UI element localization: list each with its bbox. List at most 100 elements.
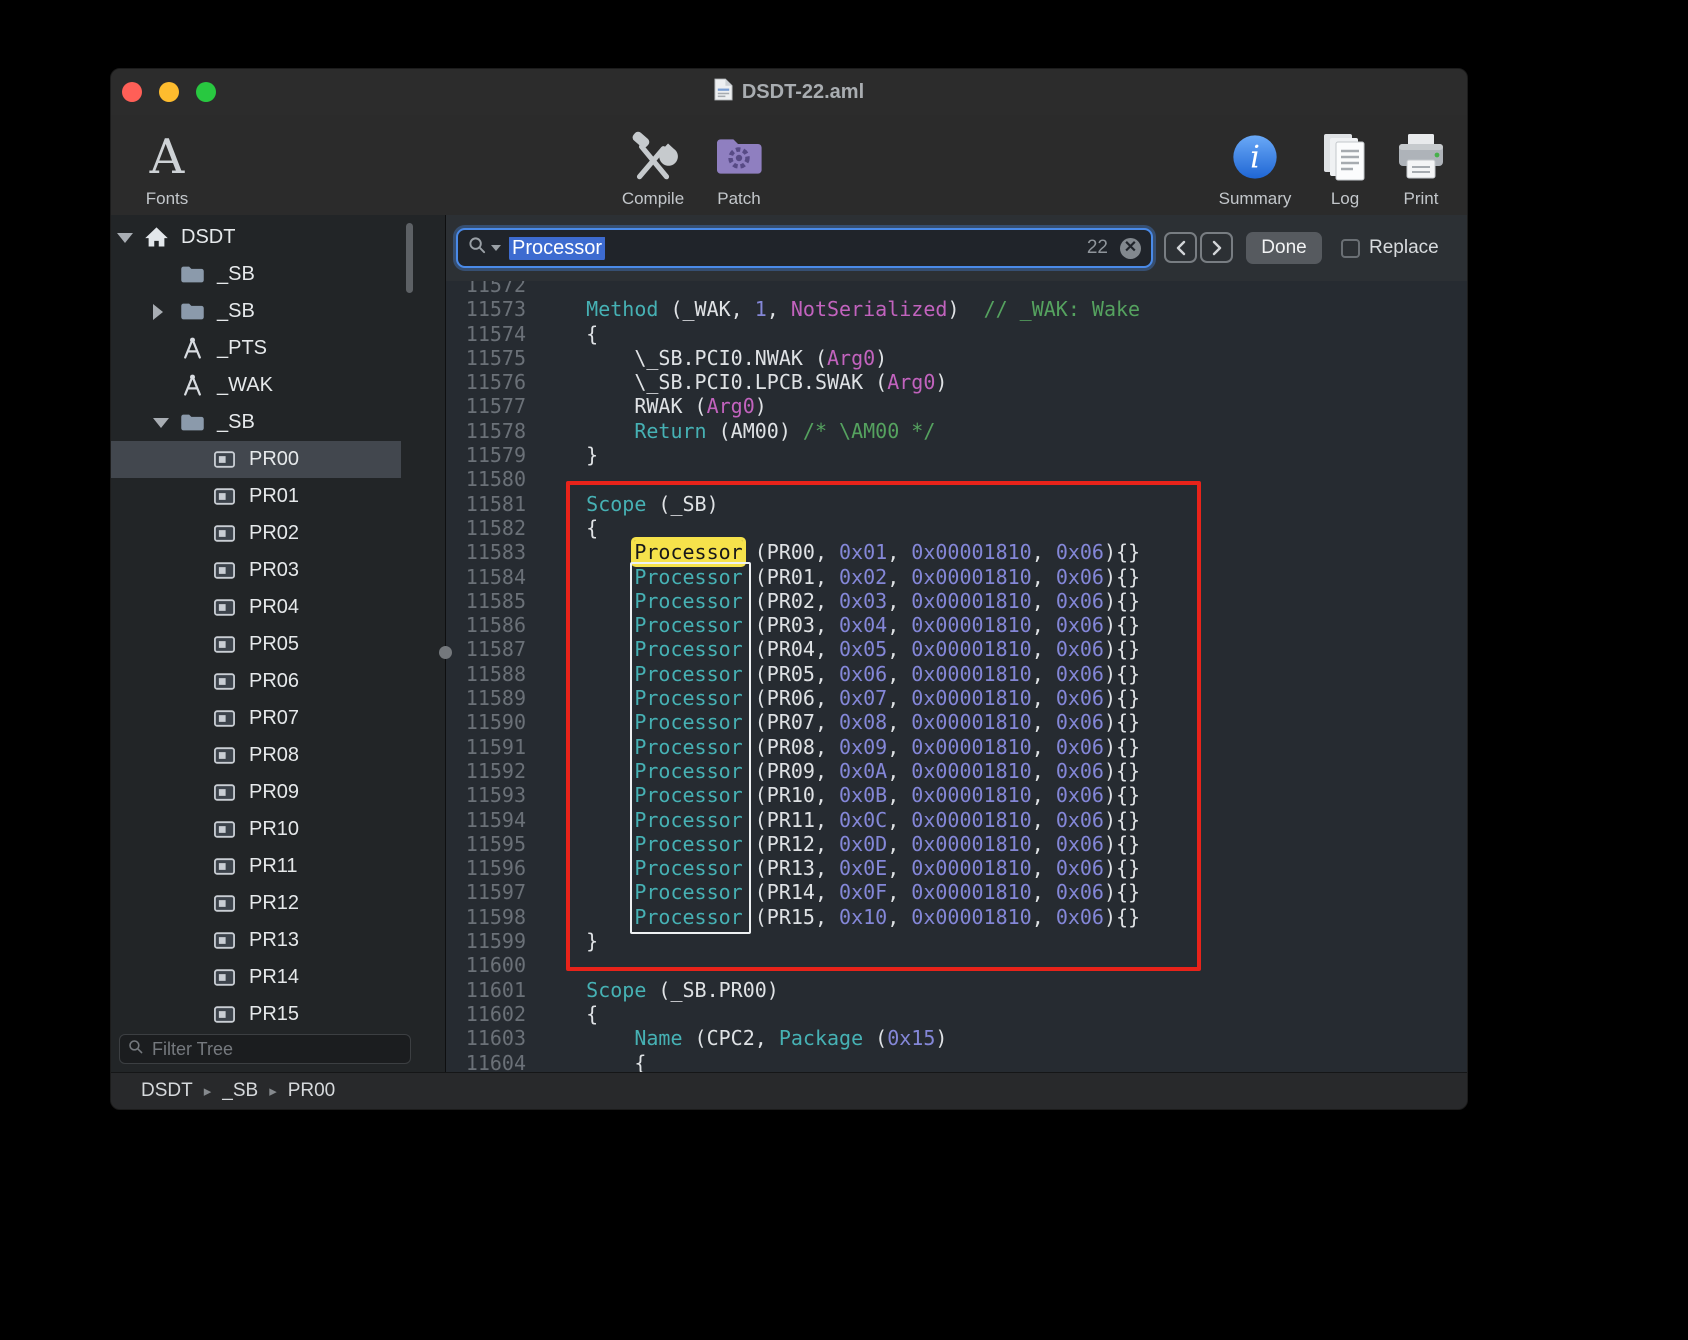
code-line[interactable]: 11598 Processor (PR15, 0x10, 0x00001810,… (446, 905, 1467, 929)
tree-item-sb[interactable]: _SB (111, 256, 401, 293)
code-line[interactable]: 11581 Scope (_SB) (446, 492, 1467, 516)
breadcrumb-item-sb[interactable]: _SB (222, 1080, 258, 1102)
code-text: Processor (PR02, 0x03, 0x00001810, 0x06)… (538, 589, 1140, 613)
find-query-text[interactable]: Processor (509, 237, 605, 260)
code-line[interactable]: 11589 Processor (PR06, 0x07, 0x00001810,… (446, 686, 1467, 710)
tree-item-label: PR09 (249, 781, 299, 804)
code-line[interactable]: 11604 { (446, 1051, 1467, 1074)
code-line[interactable]: 11594 Processor (PR11, 0x0C, 0x00001810,… (446, 808, 1467, 832)
code-line[interactable]: 11584 Processor (PR01, 0x02, 0x00001810,… (446, 565, 1467, 589)
code-text: } (538, 443, 598, 467)
tree-item-label: _WAK (217, 374, 273, 397)
tree-item-pr04[interactable]: PR04 (111, 589, 401, 626)
code-line[interactable]: 11580 (446, 467, 1467, 491)
code-line[interactable]: 11572 (446, 281, 1467, 297)
tree-item-wak[interactable]: _WAK (111, 367, 401, 404)
processor-icon (211, 631, 238, 658)
code-line[interactable]: 11599 } (446, 929, 1467, 953)
code-line[interactable]: 11601 Scope (_SB.PR00) (446, 978, 1467, 1002)
disclosure-triangle-icon[interactable] (153, 418, 179, 428)
pane-divider-handle[interactable] (439, 646, 452, 659)
previous-match-button[interactable] (1164, 232, 1197, 263)
tree-item-sb[interactable]: _SB (111, 404, 401, 441)
path-bar: DSDT▸_SB▸PR00 (111, 1072, 1467, 1109)
breadcrumb-item-pr00[interactable]: PR00 (288, 1080, 336, 1102)
code-line[interactable]: 11600 (446, 953, 1467, 977)
code-line[interactable]: 11603 Name (CPC2, Package (0x15) (446, 1026, 1467, 1050)
next-match-button[interactable] (1200, 232, 1233, 263)
tree-item-pr14[interactable]: PR14 (111, 959, 401, 996)
code-line[interactable]: 11586 Processor (PR03, 0x04, 0x00001810,… (446, 613, 1467, 637)
disclosure-triangle-icon[interactable] (153, 304, 179, 320)
code-editor[interactable]: 1157211573 Method (_WAK, 1, NotSerialize… (446, 281, 1467, 1073)
line-number: 11591 (446, 735, 526, 759)
summary-button[interactable]: i Summary (1216, 117, 1294, 209)
code-line[interactable]: 11578 Return (AM00) /* \AM00 */ (446, 419, 1467, 443)
app-window: DSDT-22.aml A Fonts Compile (110, 68, 1468, 1110)
patch-label: Patch (717, 189, 760, 209)
code-line[interactable]: 11583 Processor (PR00, 0x01, 0x00001810,… (446, 540, 1467, 564)
code-line[interactable]: 11573 Method (_WAK, 1, NotSerialized) //… (446, 297, 1467, 321)
disclosure-triangle-icon[interactable] (117, 233, 143, 243)
tree-item-pr05[interactable]: PR05 (111, 626, 401, 663)
tree-item-pr06[interactable]: PR06 (111, 663, 401, 700)
code-line[interactable]: 11574 { (446, 322, 1467, 346)
line-number: 11600 (446, 953, 526, 977)
tree-item-dsdt[interactable]: DSDT (111, 219, 401, 256)
tree-item-pr03[interactable]: PR03 (111, 552, 401, 589)
code-line[interactable]: 11591 Processor (PR08, 0x09, 0x00001810,… (446, 735, 1467, 759)
print-button[interactable]: Print (1383, 117, 1459, 209)
code-line[interactable]: 11575 \_SB.PCI0.NWAK (Arg0) (446, 346, 1467, 370)
line-number: 11580 (446, 467, 526, 491)
code-line[interactable]: 11585 Processor (PR02, 0x03, 0x00001810,… (446, 589, 1467, 613)
code-line[interactable]: 11602 { (446, 1002, 1467, 1026)
fonts-button[interactable]: A Fonts (129, 117, 205, 209)
svg-text:i: i (1250, 140, 1260, 176)
code-line[interactable]: 11576 \_SB.PCI0.LPCB.SWAK (Arg0) (446, 370, 1467, 394)
tree-item-pr10[interactable]: PR10 (111, 811, 401, 848)
code-text: RWAK (Arg0) (538, 394, 767, 418)
code-line[interactable]: 11596 Processor (PR13, 0x0E, 0x00001810,… (446, 856, 1467, 880)
code-line[interactable]: 11588 Processor (PR05, 0x06, 0x00001810,… (446, 662, 1467, 686)
sidebar-scrollbar[interactable] (406, 223, 413, 293)
done-button[interactable]: Done (1246, 232, 1322, 264)
tree-item-pts[interactable]: _PTS (111, 330, 401, 367)
tree-item-pr11[interactable]: PR11 (111, 848, 401, 885)
filter-tree-field[interactable] (119, 1034, 411, 1064)
tree-item-sb[interactable]: _SB (111, 293, 401, 330)
search-options-caret-icon[interactable] (491, 245, 501, 251)
code-line[interactable]: 11595 Processor (PR12, 0x0D, 0x00001810,… (446, 832, 1467, 856)
tree-item-pr13[interactable]: PR13 (111, 922, 401, 959)
tree-item-pr01[interactable]: PR01 (111, 478, 401, 515)
processor-icon (211, 816, 238, 843)
tree-item-pr12[interactable]: PR12 (111, 885, 401, 922)
tree-item-label: PR15 (249, 1003, 299, 1026)
tree-item-label: PR00 (249, 448, 299, 471)
tree-item-pr07[interactable]: PR07 (111, 700, 401, 737)
code-line[interactable]: 11597 Processor (PR14, 0x0F, 0x00001810,… (446, 880, 1467, 904)
tree-item-pr09[interactable]: PR09 (111, 774, 401, 811)
replace-checkbox[interactable] (1341, 239, 1360, 258)
log-button[interactable]: Log (1309, 117, 1381, 209)
tree-item-pr02[interactable]: PR02 (111, 515, 401, 552)
code-line[interactable]: 11579 } (446, 443, 1467, 467)
code-text: { (538, 1002, 598, 1026)
code-line[interactable]: 11587 Processor (PR04, 0x05, 0x00001810,… (446, 637, 1467, 661)
tree-item-pr15[interactable]: PR15 (111, 996, 401, 1033)
compile-button[interactable]: Compile (614, 117, 692, 209)
code-line[interactable]: 11577 RWAK (Arg0) (446, 394, 1467, 418)
tree-item-pr08[interactable]: PR08 (111, 737, 401, 774)
breadcrumb-item-dsdt[interactable]: DSDT (141, 1080, 193, 1102)
code-line[interactable]: 11593 Processor (PR10, 0x0B, 0x00001810,… (446, 783, 1467, 807)
processor-icon (211, 779, 238, 806)
code-line[interactable]: 11592 Processor (PR09, 0x0A, 0x00001810,… (446, 759, 1467, 783)
clear-search-button[interactable]: ✕ (1120, 238, 1141, 259)
filter-tree-input[interactable] (150, 1038, 402, 1061)
tree-item-pr00[interactable]: PR00 (111, 441, 401, 478)
line-number: 11599 (446, 929, 526, 953)
find-search-field[interactable]: Processor 22 ✕ (456, 228, 1153, 268)
code-line[interactable]: 11590 Processor (PR07, 0x08, 0x00001810,… (446, 710, 1467, 734)
patch-button[interactable]: Patch (701, 117, 777, 209)
replace-label: Replace (1369, 237, 1439, 259)
code-line[interactable]: 11582 { (446, 516, 1467, 540)
